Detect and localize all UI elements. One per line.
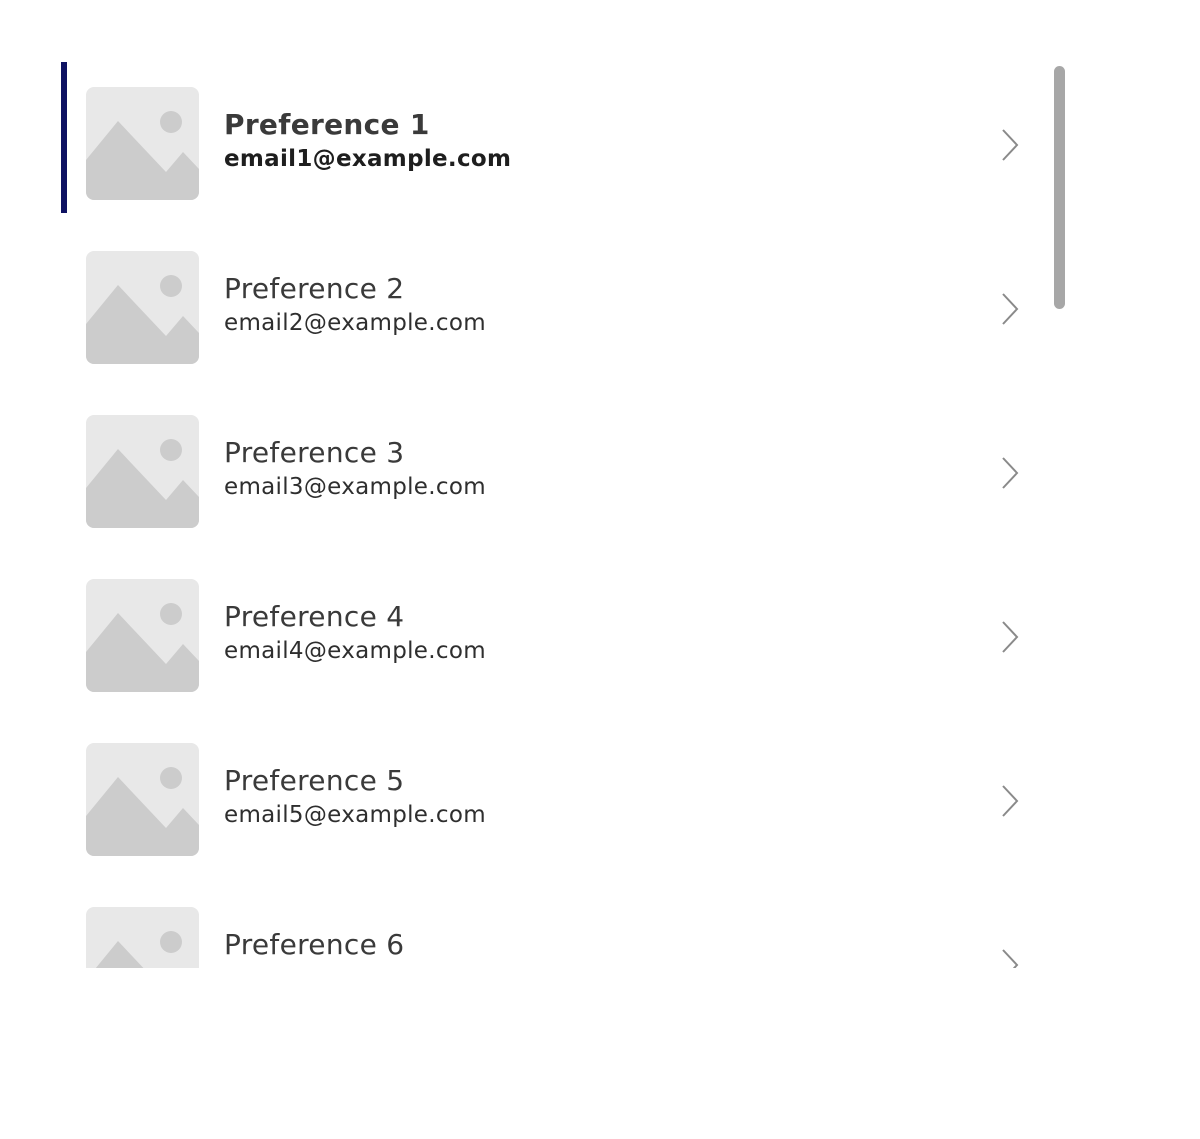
- item-subtitle: email2@example.com: [224, 310, 486, 336]
- item-subtitle: email1@example.com: [224, 146, 512, 172]
- item-title: Preference 5: [224, 764, 405, 797]
- gallery-item[interactable]: Preference 4 email4@example.com: [61, 554, 1041, 704]
- item-subtitle: email3@example.com: [224, 474, 486, 500]
- image-placeholder-icon: [86, 87, 199, 200]
- item-title: Preference 3: [224, 436, 405, 469]
- chevron-right-icon[interactable]: [999, 292, 1021, 326]
- scrollbar-thumb[interactable]: [1054, 66, 1065, 309]
- gallery-item[interactable]: Preference 1 email1@example.com: [61, 62, 1041, 213]
- selection-indicator: [61, 62, 67, 213]
- item-title: Preference 1: [224, 108, 430, 141]
- image-placeholder-icon: [86, 907, 199, 968]
- gallery-item[interactable]: Preference 6: [61, 882, 1041, 968]
- chevron-right-icon[interactable]: [999, 456, 1021, 490]
- gallery-item[interactable]: Preference 5 email5@example.com: [61, 718, 1041, 868]
- item-title: Preference 4: [224, 600, 405, 633]
- image-placeholder-icon: [86, 743, 199, 856]
- chevron-right-icon[interactable]: [999, 948, 1021, 968]
- image-placeholder-icon: [86, 251, 199, 364]
- gallery-item[interactable]: Preference 2 email2@example.com: [61, 226, 1041, 376]
- item-subtitle: email5@example.com: [224, 802, 486, 828]
- image-placeholder-icon: [86, 579, 199, 692]
- chevron-right-icon[interactable]: [999, 620, 1021, 654]
- chevron-right-icon[interactable]: [999, 128, 1021, 162]
- image-placeholder-icon: [86, 415, 199, 528]
- item-subtitle: email4@example.com: [224, 638, 486, 664]
- chevron-right-icon[interactable]: [999, 784, 1021, 818]
- gallery: Preference 1 email1@example.com Preferen…: [61, 62, 1069, 968]
- item-title: Preference 6: [224, 928, 405, 961]
- item-title: Preference 2: [224, 272, 405, 305]
- gallery-item[interactable]: Preference 3 email3@example.com: [61, 390, 1041, 540]
